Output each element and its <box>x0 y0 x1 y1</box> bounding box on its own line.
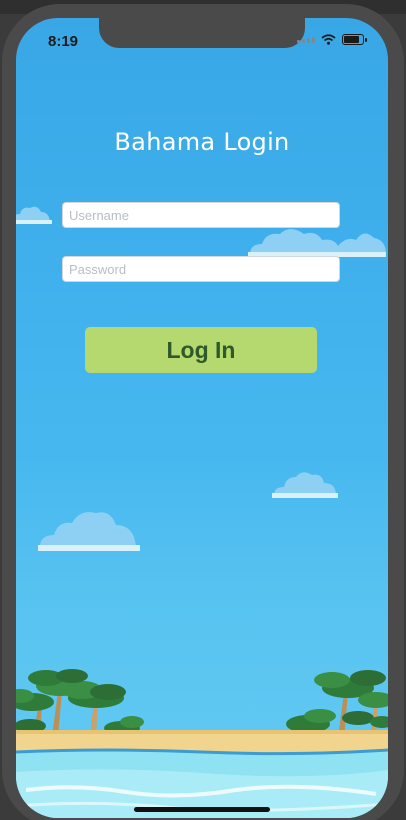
wifi-icon <box>321 34 336 45</box>
status-time: 8:19 <box>48 33 79 50</box>
screenshot-canvas: 8:19 Bahama Login Log In <box>0 0 406 820</box>
beach-and-water <box>16 730 388 818</box>
palm-trees-left <box>16 669 144 736</box>
cloud-left-middle <box>38 512 140 551</box>
username-field[interactable] <box>62 202 340 228</box>
password-field[interactable] <box>62 256 340 282</box>
home-indicator <box>134 807 270 812</box>
cellular-signal-icon <box>297 36 315 43</box>
status-icons <box>297 34 367 45</box>
cloud-left-top <box>16 206 52 224</box>
app-screen: 8:19 Bahama Login Log In <box>16 18 388 818</box>
cloud-right-middle <box>272 472 338 498</box>
page-title: Bahama Login <box>114 128 290 156</box>
battery-icon <box>342 34 367 45</box>
login-button[interactable]: Log In <box>85 327 317 373</box>
palm-trees-right <box>286 670 388 738</box>
device-notch <box>99 18 305 48</box>
